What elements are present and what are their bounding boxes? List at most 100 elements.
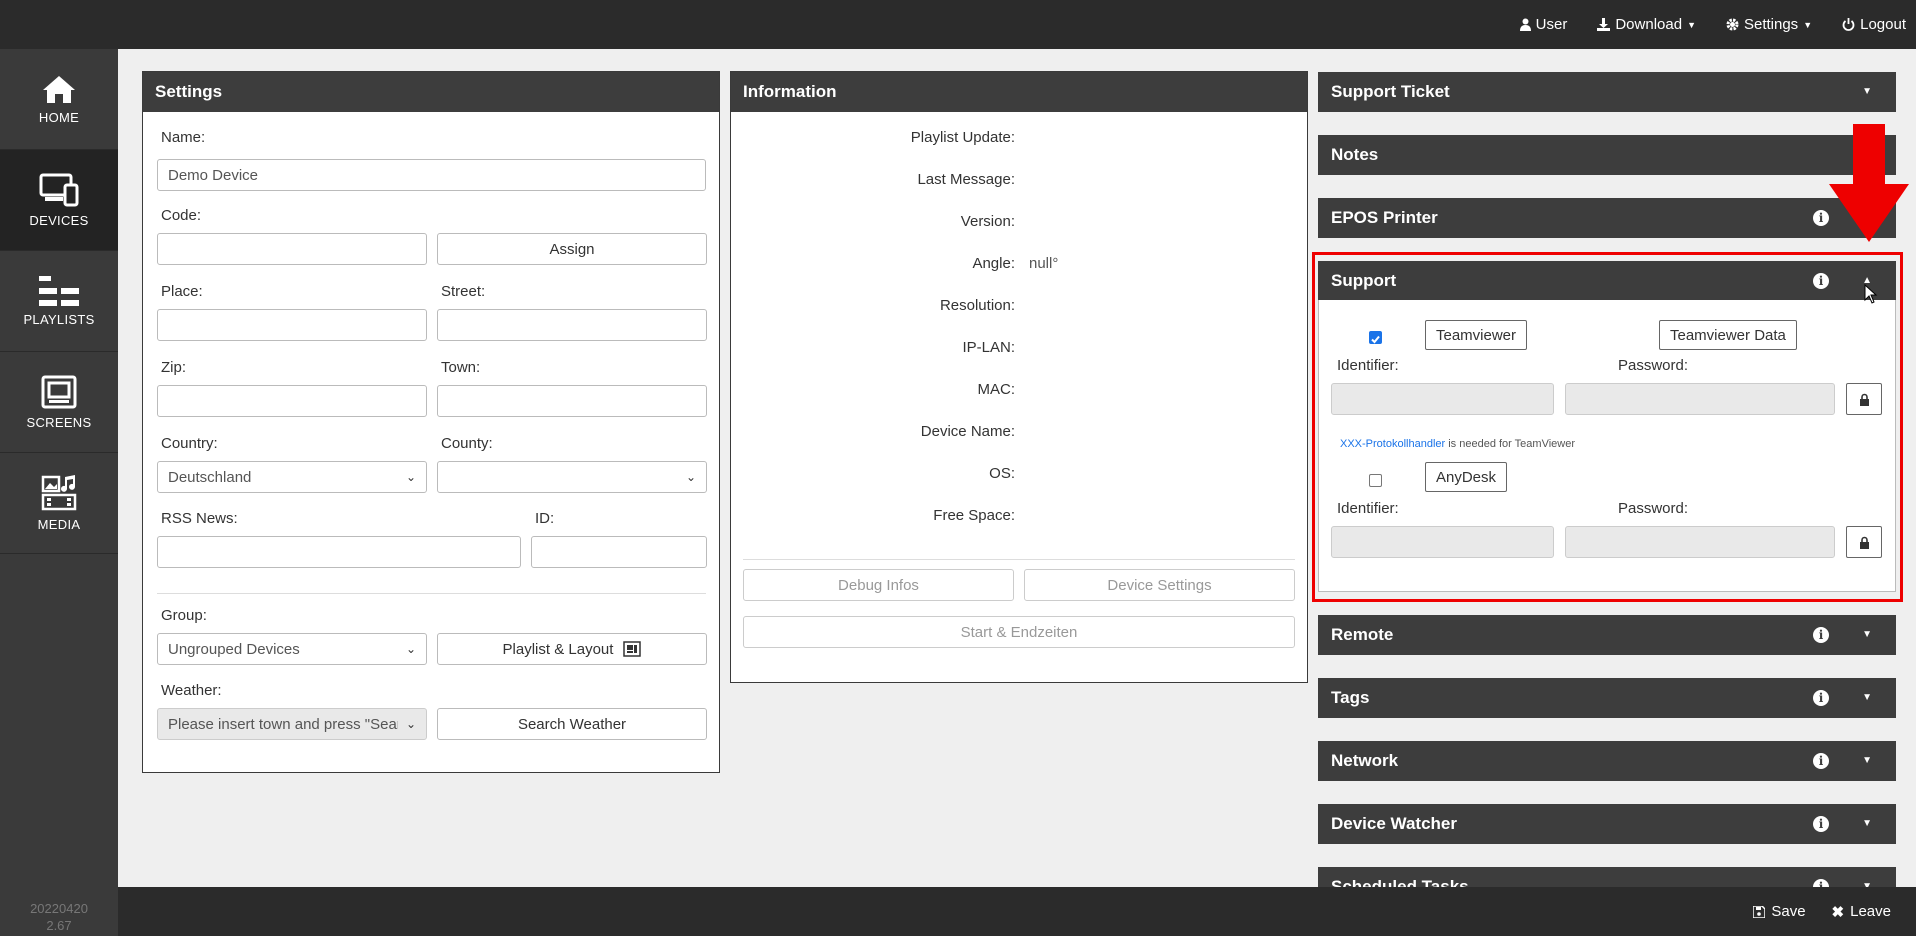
sidebar-item-devices[interactable]: DEVICES xyxy=(0,150,118,251)
settings-menu[interactable]: Settings ▼ xyxy=(1726,16,1812,33)
sidebar-item-label: SCREENS xyxy=(26,414,92,430)
search-weather-button[interactable]: Search Weather xyxy=(437,708,707,740)
user-menu[interactable]: User xyxy=(1519,16,1567,33)
assign-button[interactable]: Assign xyxy=(437,233,707,265)
anydesk-button[interactable]: AnyDesk xyxy=(1425,462,1508,492)
sidebar-item-label: DEVICES xyxy=(29,212,89,228)
media-icon xyxy=(41,474,77,510)
screens-icon xyxy=(41,375,77,408)
power-icon xyxy=(1842,18,1855,31)
start-endzeiten-button[interactable]: Start & Endzeiten xyxy=(743,616,1295,648)
accordion-title: Support xyxy=(1331,271,1397,290)
top-navbar: User Download ▼ Settings ▼ Logout xyxy=(0,0,1916,49)
teamviewer-checkbox[interactable] xyxy=(1369,331,1382,344)
download-menu[interactable]: Download ▼ xyxy=(1597,16,1696,33)
divider xyxy=(157,593,706,594)
accordion-remote[interactable]: Remote i ▼ xyxy=(1318,615,1896,655)
chevron-down-icon: ⌄ xyxy=(685,470,696,484)
devices-icon xyxy=(39,173,79,206)
settings-panel: Settings Name: Demo Device Code: Assign … xyxy=(142,71,720,773)
county-select[interactable]: ⌄ xyxy=(437,461,707,493)
country-select[interactable]: Deutschland ⌄ xyxy=(157,461,427,493)
logout-link[interactable]: Logout xyxy=(1842,16,1906,33)
info-label-device-name: Device Name: xyxy=(920,423,1015,440)
accordion-support[interactable]: Support i ▲ xyxy=(1318,261,1896,301)
teamviewer-lock-button[interactable] xyxy=(1846,383,1882,415)
sidebar-item-home[interactable]: HOME xyxy=(0,49,118,150)
save-label: Save xyxy=(1771,903,1806,920)
home-icon xyxy=(43,75,75,103)
download-icon xyxy=(1597,18,1611,31)
town-label: Town: xyxy=(441,359,481,376)
name-input[interactable]: Demo Device xyxy=(157,159,706,191)
teamviewer-data-button[interactable]: Teamviewer Data xyxy=(1659,320,1797,350)
street-input[interactable] xyxy=(437,309,707,341)
sidebar-item-screens[interactable]: SCREENS xyxy=(0,352,118,453)
password-label: Password: xyxy=(1618,500,1689,517)
version-number: 2.67 xyxy=(46,918,72,933)
id-input[interactable] xyxy=(531,536,707,568)
lock-icon xyxy=(1859,393,1869,406)
info-icon[interactable]: i xyxy=(1813,273,1829,289)
debug-infos-button[interactable]: Debug Infos xyxy=(743,569,1014,601)
anydesk-lock-button[interactable] xyxy=(1846,526,1882,558)
info-label-playlist-update: Playlist Update: xyxy=(910,129,1015,146)
country-select-value: Deutschland xyxy=(168,468,252,486)
anydesk-password-input[interactable] xyxy=(1565,526,1835,558)
weather-select[interactable]: Please insert town and press "Sear ⌄ xyxy=(157,708,427,740)
accordion-epos-printer[interactable]: EPOS Printer i xyxy=(1318,198,1896,238)
sidebar-item-label: MEDIA xyxy=(37,516,81,532)
place-input[interactable] xyxy=(157,309,427,341)
accordion-tags[interactable]: Tags i ▼ xyxy=(1318,678,1896,718)
teamviewer-identifier-input[interactable] xyxy=(1331,383,1554,415)
info-label-os: OS: xyxy=(989,465,1015,482)
code-input[interactable] xyxy=(157,233,427,265)
weather-label: Weather: xyxy=(161,682,222,699)
name-label: Name: xyxy=(161,129,206,146)
info-icon[interactable]: i xyxy=(1813,816,1829,832)
chevron-down-icon: ⌄ xyxy=(405,642,416,656)
close-icon: ✖ xyxy=(1831,903,1845,921)
lock-icon xyxy=(1859,536,1869,549)
leave-button[interactable]: ✖ Leave xyxy=(1832,903,1891,921)
teamviewer-button[interactable]: Teamviewer xyxy=(1425,320,1528,350)
sidebar: HOME DEVICES PLAYLISTS SCREENS MEDIA 202… xyxy=(0,49,118,936)
logout-label: Logout xyxy=(1860,16,1906,33)
panel-title: Information xyxy=(731,72,1307,112)
group-select[interactable]: Ungrouped Devices ⌄ xyxy=(157,633,427,665)
zip-input[interactable] xyxy=(157,385,427,417)
check-icon xyxy=(1371,335,1380,344)
accordion-title: EPOS Printer xyxy=(1331,208,1438,227)
place-label: Place: xyxy=(161,283,203,300)
sidebar-item-media[interactable]: MEDIA xyxy=(0,453,118,554)
chevron-down-icon: ⌄ xyxy=(405,470,416,484)
anydesk-checkbox[interactable] xyxy=(1369,474,1382,487)
protocol-handler-link[interactable]: XXX-Protokollhandler xyxy=(1340,438,1445,450)
info-label-ip-lan: IP-LAN: xyxy=(962,339,1015,356)
accordion-device-watcher[interactable]: Device Watcher i ▼ xyxy=(1318,804,1896,844)
playlist-layout-button[interactable]: Playlist & Layout xyxy=(437,633,707,665)
device-settings-button[interactable]: Device Settings xyxy=(1024,569,1295,601)
accordion-network[interactable]: Network i ▼ xyxy=(1318,741,1896,781)
save-button[interactable]: Save xyxy=(1753,903,1806,920)
rss-input[interactable] xyxy=(157,536,521,568)
accordion-notes[interactable]: Notes xyxy=(1318,135,1896,175)
chevron-down-icon: ▼ xyxy=(1862,755,1872,766)
town-input[interactable] xyxy=(437,385,707,417)
protocol-handler-note: XXX-Protokollhandler is needed for TeamV… xyxy=(1340,438,1575,450)
sidebar-item-playlists[interactable]: PLAYLISTS xyxy=(0,251,118,352)
teamviewer-password-input[interactable] xyxy=(1565,383,1835,415)
accordion-title: Notes xyxy=(1331,145,1379,164)
info-icon[interactable]: i xyxy=(1813,753,1829,769)
playlists-icon xyxy=(39,275,79,306)
info-icon[interactable]: i xyxy=(1813,210,1829,226)
info-icon[interactable]: i xyxy=(1813,627,1829,643)
info-label-version: Version: xyxy=(960,213,1015,230)
info-icon[interactable]: i xyxy=(1813,690,1829,706)
sidebar-item-label: PLAYLISTS xyxy=(23,311,95,327)
accordion-title: Device Watcher xyxy=(1331,814,1457,833)
anydesk-identifier-input[interactable] xyxy=(1331,526,1554,558)
info-value-angle: null° xyxy=(1029,255,1059,272)
accordion-support-ticket[interactable]: Support Ticket ▼ xyxy=(1318,72,1896,112)
accordion-title: Remote xyxy=(1331,625,1394,644)
